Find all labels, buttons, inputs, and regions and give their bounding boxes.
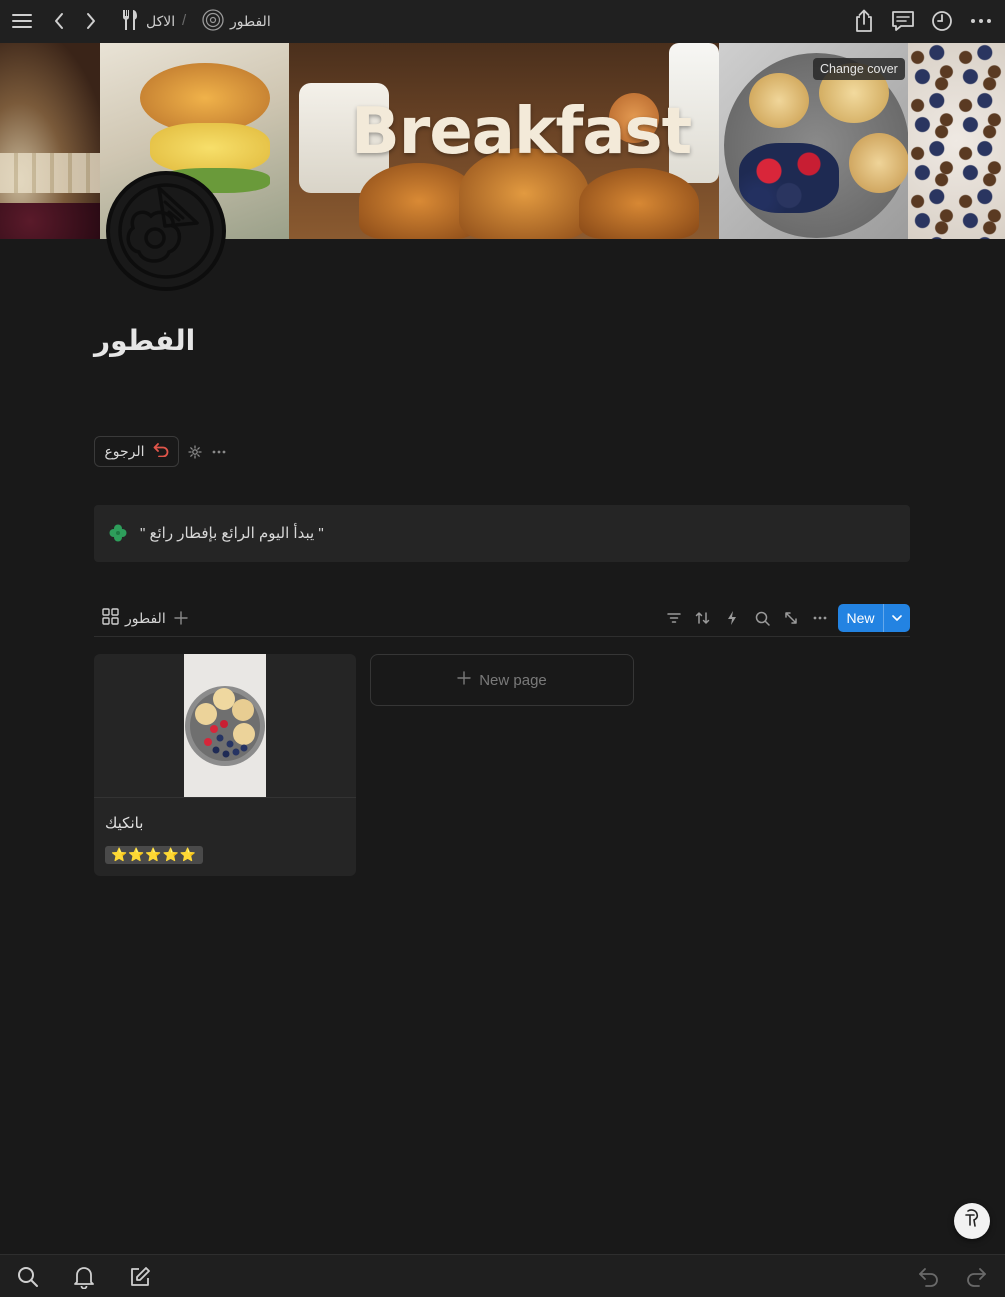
- card-cover-image: [184, 654, 266, 797]
- cover-photo-pancakes-berries: Change cover: [719, 43, 909, 239]
- top-bar: الاكل / الفطور: [0, 0, 1005, 43]
- undo-icon[interactable]: [916, 1264, 942, 1290]
- view-label: الفطور: [125, 609, 166, 626]
- new-page-label: New page: [479, 671, 547, 689]
- clover-icon: [108, 523, 128, 548]
- back-arrow-icon[interactable]: [44, 6, 74, 36]
- settings-gear-icon[interactable]: [186, 443, 204, 461]
- comments-icon[interactable]: [888, 6, 918, 36]
- gallery-grid-icon: [102, 608, 119, 628]
- cover-title: Breakfast: [351, 95, 692, 169]
- breadcrumb-label: الفطور: [230, 12, 271, 29]
- add-view-plus-icon[interactable]: [170, 607, 192, 629]
- automation-lightning-icon[interactable]: [721, 607, 743, 629]
- page-title[interactable]: الفطور: [94, 324, 294, 357]
- breadcrumb-item-food[interactable]: الاكل: [120, 9, 175, 33]
- change-cover-button[interactable]: Change cover: [813, 58, 905, 80]
- fork-knife-icon: [120, 9, 140, 34]
- menu-icon[interactable]: [7, 6, 37, 36]
- return-arrow-icon: [153, 443, 169, 460]
- bottom-bar: [0, 1254, 1005, 1297]
- card-rating-stars: ⭐⭐⭐⭐⭐: [105, 846, 203, 864]
- new-page-button[interactable]: New page: [370, 654, 634, 706]
- new-button[interactable]: New: [838, 604, 883, 632]
- gallery-card[interactable]: بانكيك ⭐⭐⭐⭐⭐: [94, 654, 356, 876]
- redo-icon[interactable]: [963, 1264, 989, 1290]
- cover-photo-bakery: Breakfast: [289, 43, 719, 239]
- new-dropdown-chevron-icon[interactable]: [883, 604, 910, 632]
- plate-icon: [202, 8, 224, 34]
- expand-diagonal-icon[interactable]: [780, 607, 802, 629]
- back-button[interactable]: الرجوع: [94, 436, 179, 467]
- gallery-view-tab[interactable]: الفطور: [102, 608, 166, 628]
- breadcrumb-label: الاكل: [146, 12, 176, 29]
- cover-photo-yogurt-granola: [908, 43, 1005, 239]
- search-icon[interactable]: [751, 607, 773, 629]
- page-icon-breakfast-plate[interactable]: [103, 168, 229, 294]
- new-button-group: New: [838, 604, 910, 632]
- back-button-label: الرجوع: [104, 443, 145, 459]
- block-more-icon[interactable]: [210, 443, 228, 461]
- more-options-icon[interactable]: [966, 6, 996, 36]
- breadcrumb-item-breakfast[interactable]: الفطور: [202, 8, 271, 34]
- sort-icon[interactable]: [692, 607, 714, 629]
- plus-icon: [457, 671, 471, 689]
- filter-icon[interactable]: [663, 607, 685, 629]
- history-clock-icon[interactable]: [927, 6, 957, 36]
- forward-arrow-icon[interactable]: [76, 6, 106, 36]
- ai-face-icon: [962, 1208, 982, 1235]
- breadcrumb-separator: /: [182, 12, 187, 29]
- notifications-bell-icon[interactable]: [71, 1264, 97, 1290]
- compose-new-page-icon[interactable]: [127, 1264, 153, 1290]
- share-icon[interactable]: [849, 6, 879, 36]
- callout-text[interactable]: " يبدأ اليوم الرائع بإفطار رائع ": [140, 524, 324, 542]
- card-title: بانكيك: [105, 815, 144, 832]
- cover-photo-oatmeal: [0, 43, 100, 239]
- bottom-search-icon[interactable]: [15, 1264, 41, 1290]
- ai-assistant-button[interactable]: [954, 1203, 990, 1239]
- database-more-icon[interactable]: [809, 607, 831, 629]
- card-divider: [94, 797, 356, 798]
